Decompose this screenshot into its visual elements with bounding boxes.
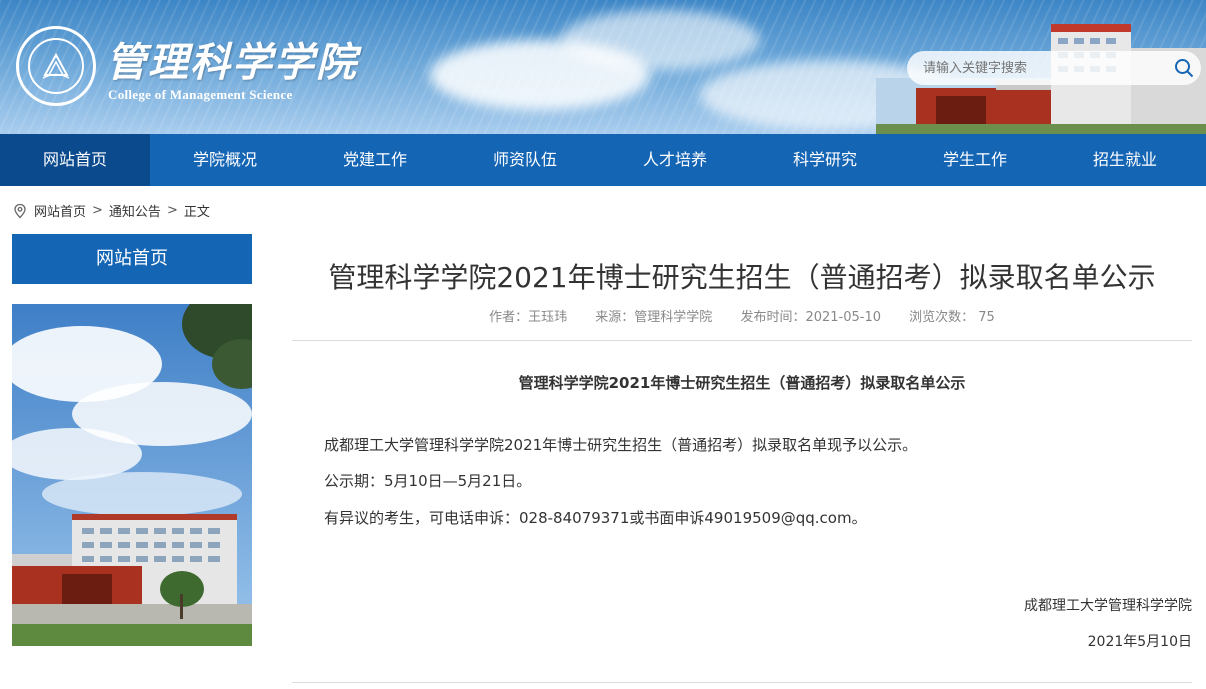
search-icon (1175, 59, 1194, 78)
divider (292, 682, 1192, 683)
search-button[interactable] (1167, 51, 1201, 85)
college-seal-logo[interactable] (16, 26, 96, 106)
logo-subtitle: College of Management Science (108, 87, 293, 102)
banner-cloud (560, 10, 760, 70)
signature-org: 成都理工大学管理科学学院 (1024, 598, 1192, 614)
search-input[interactable] (921, 59, 1167, 77)
nav-item-about[interactable]: 学院概况 (150, 134, 300, 186)
nav-item-party[interactable]: 党建工作 (300, 134, 450, 186)
sidebar-campus-photo (12, 304, 252, 646)
nav-item-home[interactable]: 网站首页 (0, 134, 150, 186)
article-subtitle: 管理科学学院2021年博士研究生招生（普通招考）拟录取名单公示 (518, 374, 966, 392)
search-bar[interactable] (907, 51, 1201, 85)
meta-source: 来源：管理科学学院 (595, 310, 713, 325)
article-paragraph: 公示期：5月10日—5月21日。 (324, 472, 532, 490)
meta-date: 发布时间：2021-05-10 (740, 310, 882, 325)
nav-item-research[interactable]: 科学研究 (750, 134, 900, 186)
breadcrumb-home[interactable]: 网站首页 (34, 201, 86, 220)
nav-item-faculty[interactable]: 师资队伍 (450, 134, 600, 186)
sidebar-heading[interactable]: 网站首页 (12, 234, 252, 284)
breadcrumb: 网站首页 > 通知公告 > 正文 (12, 201, 210, 220)
breadcrumb-notices[interactable]: 通知公告 (109, 201, 161, 220)
nav-item-students[interactable]: 学生工作 (900, 134, 1050, 186)
breadcrumb-current: 正文 (183, 205, 210, 220)
meta-views: 浏览次数： 75 (909, 310, 995, 325)
meta-author: 作者：王珏玮 (489, 310, 568, 325)
header-banner: 管理科学学院 College of Management Science (0, 0, 1206, 134)
nav-item-admissions[interactable]: 招生就业 (1050, 134, 1200, 186)
breadcrumb-separator: > (166, 203, 178, 218)
signature-date: 2021年5月10日 (1087, 634, 1192, 650)
logo-title[interactable]: 管理科学学院 (106, 30, 358, 88)
article-title: 管理科学学院2021年博士研究生招生（普通招考）拟录取名单公示 (328, 261, 1156, 294)
article-paragraph: 成都理工大学管理科学学院2021年博士研究生招生（普通招考）拟录取名单现予以公示… (324, 436, 918, 454)
article-meta: 作者：王珏玮 来源：管理科学学院 发布时间：2021-05-10 浏览次数： 7… (292, 306, 1192, 325)
nav-item-education[interactable]: 人才培养 (600, 134, 750, 186)
main-nav: 网站首页 学院概况 党建工作 师资队伍 人才培养 科学研究 学生工作 招生就业 (0, 134, 1206, 186)
article-paragraph: 有异议的考生，可电话申诉：028-84079371或书面申诉49019509@q… (324, 509, 867, 527)
breadcrumb-separator: > (92, 203, 103, 218)
divider (292, 340, 1192, 341)
location-pin-icon (14, 203, 26, 218)
